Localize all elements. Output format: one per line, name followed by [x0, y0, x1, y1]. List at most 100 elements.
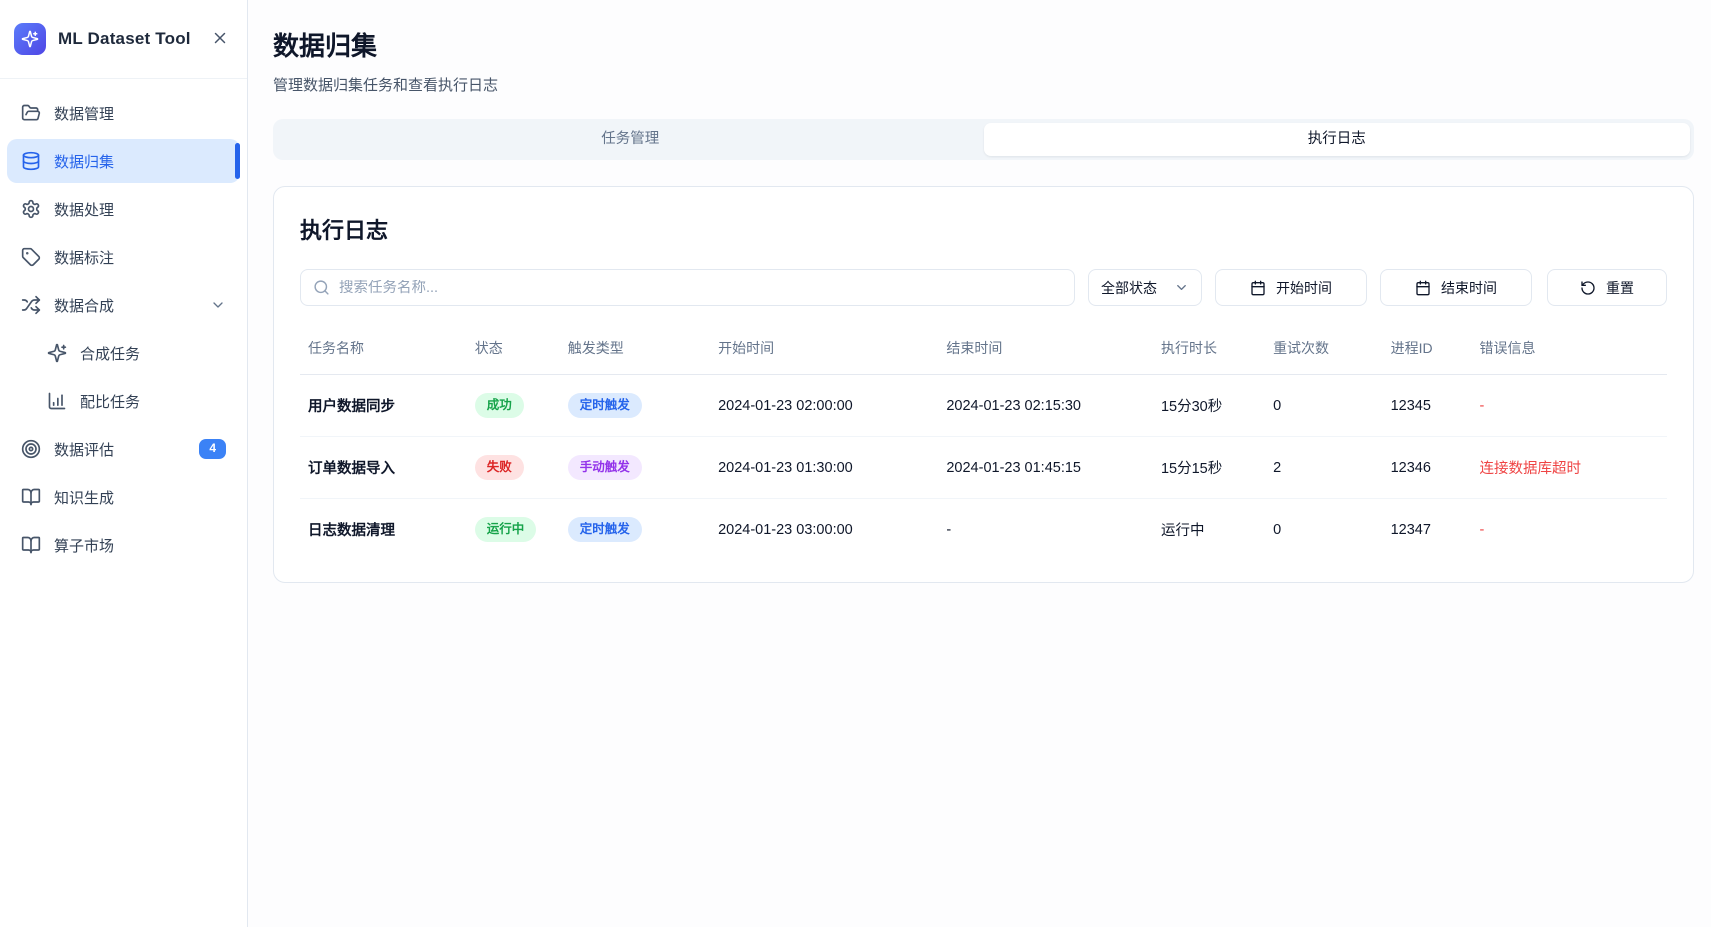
start-time-button[interactable]: 开始时间: [1215, 269, 1367, 306]
sidebar-item-4[interactable]: 数据合成: [7, 283, 240, 327]
reset-icon: [1580, 280, 1596, 296]
status-cell: 成功: [467, 375, 560, 437]
reset-button[interactable]: 重置: [1547, 269, 1667, 306]
retry-count-cell: 2: [1265, 437, 1383, 499]
status-filter-select[interactable]: 全部状态: [1088, 269, 1202, 306]
sidebar-item-label: 数据归集: [54, 151, 226, 172]
app-logo-sparkles-icon: [14, 23, 46, 55]
sidebar: ML Dataset Tool 数据管理数据归集数据处理数据标注数据合成合成任务…: [0, 0, 248, 927]
chevron-down-icon: [1174, 280, 1189, 295]
table-row: 订单数据导入失败手动触发2024-01-23 01:30:002024-01-2…: [300, 437, 1667, 499]
retry-count-cell: 0: [1265, 499, 1383, 561]
end-time-cell: 2024-01-23 02:15:30: [938, 375, 1153, 437]
execution-logs-panel: 执行日志 全部状态 开: [273, 186, 1694, 583]
status-filter-value: 全部状态: [1101, 278, 1157, 298]
column-header: 进程ID: [1383, 328, 1472, 375]
search-icon: [313, 279, 330, 296]
search-input[interactable]: [339, 280, 1062, 296]
sidebar-item-9[interactable]: 算子市场: [7, 523, 240, 567]
start-time-label: 开始时间: [1276, 278, 1332, 298]
sparkles-icon: [47, 343, 67, 363]
sidebar-item-label: 数据管理: [54, 103, 226, 124]
close-icon: [211, 29, 229, 50]
table-row: 用户数据同步成功 定时触发 2024-01-23 02:00:002024-01-2…: [300, 375, 1667, 437]
filters-row: 全部状态 开始时间 结束时间: [300, 269, 1667, 306]
folder-icon: [21, 103, 41, 123]
tag-icon: [21, 247, 41, 267]
sidebar-item-6[interactable]: 配比任务: [7, 379, 240, 423]
calendar-icon: [1250, 280, 1266, 296]
table-row: 日志数据清理运行中定时触发2024-01-23 03:00:00-运行中0123…: [300, 499, 1667, 561]
trigger-cell: 定时触发: [560, 375, 710, 437]
table-header-row: 任务名称状态触发类型开始时间结束时间执行时长重试次数进程ID错误信息: [300, 328, 1667, 375]
sidebar-item-label: 知识生成: [54, 487, 226, 508]
retry-count-cell: 0: [1265, 375, 1383, 437]
trigger-cell: 定时触发: [560, 499, 710, 561]
process-id-cell: 12346: [1383, 437, 1472, 499]
end-time-cell: -: [938, 499, 1153, 561]
column-header: 结束时间: [938, 328, 1153, 375]
process-id-cell: 12345: [1383, 375, 1472, 437]
book-icon: [21, 487, 41, 507]
column-header: 执行时长: [1153, 328, 1265, 375]
duration-cell: 运行中: [1153, 499, 1265, 561]
page-title: 数据归集: [273, 26, 1694, 63]
book-icon: [21, 535, 41, 555]
sidebar-close-button[interactable]: [207, 25, 233, 54]
start-time-cell: 2024-01-23 01:30:00: [710, 437, 938, 499]
error-message-cell: -: [1471, 375, 1667, 437]
end-time-label: 结束时间: [1441, 278, 1497, 298]
start-time-cell: 2024-01-23 03:00:00: [710, 499, 938, 561]
end-time-button[interactable]: 结束时间: [1380, 269, 1532, 306]
chevron-down-icon: [210, 297, 226, 313]
logs-table: 任务名称状态触发类型开始时间结束时间执行时长重试次数进程ID错误信息 用户数据同…: [300, 328, 1667, 560]
duration-cell: 15分30秒: [1153, 375, 1265, 437]
sidebar-item-label: 数据合成: [54, 295, 197, 316]
column-header: 状态: [467, 328, 560, 375]
shuffle-icon: [21, 295, 41, 315]
column-header: 任务名称: [300, 328, 467, 375]
duration-cell: 15分15秒: [1153, 437, 1265, 499]
sidebar-item-1[interactable]: 数据归集: [7, 139, 240, 183]
status-badge: 成功: [475, 393, 524, 418]
sidebar-item-8[interactable]: 知识生成: [7, 475, 240, 519]
column-header: 开始时间: [710, 328, 938, 375]
sidebar-item-7[interactable]: 数据评估4: [7, 427, 240, 471]
status-cell: 运行中: [467, 499, 560, 561]
column-header: 重试次数: [1265, 328, 1383, 375]
sidebar-item-label: 数据处理: [54, 199, 226, 220]
database-icon: [21, 151, 41, 171]
sidebar-item-label: 数据评估: [54, 439, 186, 460]
tab-1[interactable]: 执行日志: [984, 123, 1691, 156]
task-name-cell: 日志数据清理: [300, 499, 467, 561]
end-time-cell: 2024-01-23 01:45:15: [938, 437, 1153, 499]
search-box: [300, 269, 1075, 306]
sidebar-item-2[interactable]: 数据处理: [7, 187, 240, 231]
app-title: ML Dataset Tool: [58, 29, 195, 49]
status-cell: 失败: [467, 437, 560, 499]
trigger-cell: 手动触发: [560, 437, 710, 499]
sidebar-item-label: 算子市场: [54, 535, 226, 556]
column-header: 触发类型: [560, 328, 710, 375]
target-icon: [21, 439, 41, 459]
status-badge: 失败: [475, 455, 524, 480]
tab-0[interactable]: 任务管理: [277, 123, 984, 156]
task-name-cell: 用户数据同步: [300, 375, 467, 437]
table-body: 用户数据同步成功定时触发2024-01-23 02:00:002024-01-2…: [300, 375, 1667, 561]
process-id-cell: 12347: [1383, 499, 1472, 561]
sidebar-item-label: 合成任务: [80, 343, 226, 364]
sidebar-item-label: 数据标注: [54, 247, 226, 268]
main-content: 数据归集 管理数据归集任务和查看执行日志 任务管理执行日志 执行日志 全部状态: [248, 0, 1711, 927]
start-time-cell: 2024-01-23 02:00:00: [710, 375, 938, 437]
sidebar-nav: 数据管理数据归集数据处理数据标注数据合成合成任务配比任务数据评估4 知识生成算子市…: [0, 79, 247, 579]
gear-icon: [21, 199, 41, 219]
sidebar-header: ML Dataset Tool: [0, 0, 247, 79]
panel-title: 执行日志: [300, 213, 1667, 245]
sidebar-item-0[interactable]: 数据管理: [7, 91, 240, 135]
sidebar-item-3[interactable]: 数据标注: [7, 235, 240, 279]
sidebar-item-5[interactable]: 合成任务: [7, 331, 240, 375]
trigger-type-badge: 定时触发: [568, 393, 642, 418]
reset-label: 重置: [1606, 278, 1634, 298]
tab-bar: 任务管理执行日志: [273, 119, 1694, 160]
trigger-type-badge: 手动触发: [568, 455, 642, 480]
